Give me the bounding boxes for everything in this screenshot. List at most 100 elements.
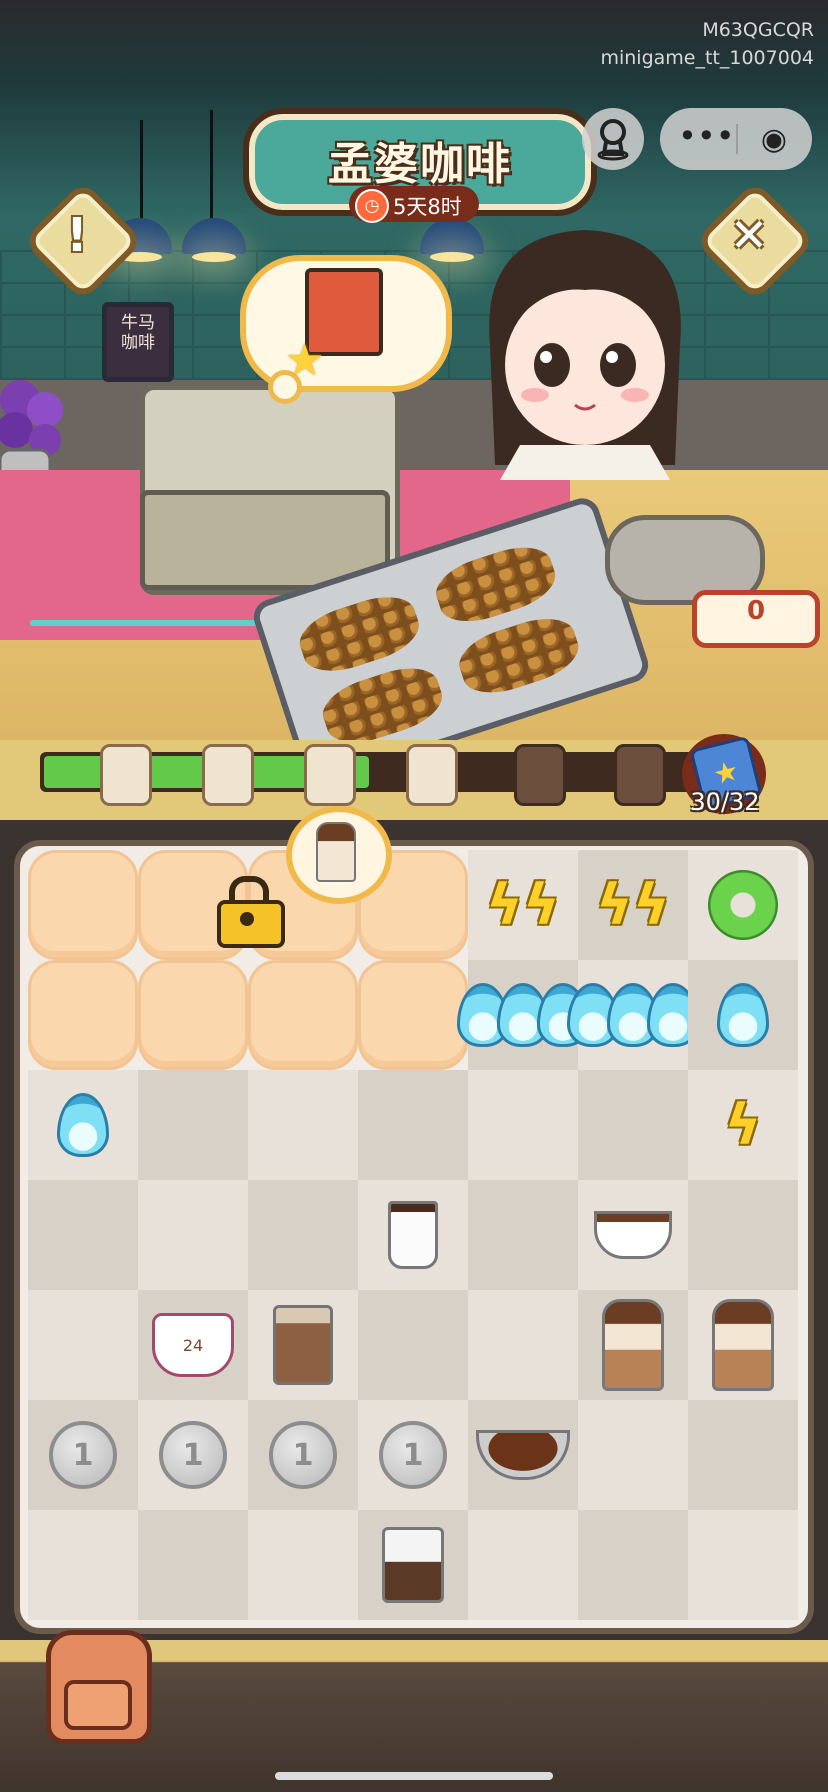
board-cell[interactable] xyxy=(28,1070,138,1180)
board-cell[interactable] xyxy=(688,1180,798,1290)
board-cell[interactable] xyxy=(468,1400,578,1510)
board-cell[interactable] xyxy=(688,1290,798,1400)
silver-coin-item[interactable]: 1 xyxy=(159,1421,227,1489)
board-cell[interactable] xyxy=(457,960,589,1070)
blue-flame-item[interactable] xyxy=(717,983,769,1047)
close-button[interactable]: ✕ xyxy=(706,192,792,278)
paper-coffee-cup-item[interactable] xyxy=(388,1201,438,1269)
board-cell[interactable] xyxy=(578,1070,688,1180)
lock-keyhole xyxy=(240,912,254,926)
minigame-id-code: M63QGCQR xyxy=(702,19,814,41)
sign-text-line1: 牛马 xyxy=(121,313,155,333)
board-cell[interactable] xyxy=(468,1510,578,1620)
bean-pile xyxy=(429,537,563,632)
board-cell[interactable]: 1 xyxy=(358,1400,468,1510)
progress-milestone-drink xyxy=(304,744,356,806)
sign-text-line2: 咖啡 xyxy=(121,333,155,353)
board-cell[interactable] xyxy=(248,1180,358,1290)
latte-art-cup-item[interactable]: 24 xyxy=(152,1313,234,1377)
locked-cloud-tile[interactable] xyxy=(28,960,138,1070)
blue-flame-item[interactable] xyxy=(57,1093,109,1157)
board-cell[interactable] xyxy=(28,1290,138,1400)
board-cell[interactable]: ϟϟ xyxy=(578,850,688,960)
board-cell[interactable]: 1 xyxy=(138,1400,248,1510)
silver-coin-item[interactable]: 1 xyxy=(269,1421,337,1489)
board-cell[interactable] xyxy=(248,1070,358,1180)
user-icon xyxy=(597,119,629,161)
progress-milestone-drink xyxy=(202,744,254,806)
board-cell[interactable] xyxy=(578,1400,688,1510)
lamp-cord xyxy=(140,120,143,220)
board-cell[interactable]: 1 xyxy=(248,1400,358,1510)
progress-milestone-locked xyxy=(614,744,666,806)
backpack-icon xyxy=(64,1680,132,1730)
board-cell[interactable] xyxy=(248,1510,358,1620)
board-cell[interactable] xyxy=(688,1510,798,1620)
clock-icon: ◷ xyxy=(355,189,389,223)
event-timer: ◷ 5天8时 xyxy=(349,186,479,223)
sundae-item[interactable] xyxy=(712,1299,774,1391)
blue-flame-cluster-item[interactable] xyxy=(567,983,699,1047)
board-cell[interactable] xyxy=(468,1070,578,1180)
board-cell[interactable] xyxy=(138,1510,248,1620)
lightning-pair-item[interactable]: ϟϟ xyxy=(486,873,560,938)
board-cell[interactable] xyxy=(28,1510,138,1620)
board-cell[interactable] xyxy=(28,1180,138,1290)
coin-counter-value: 0 xyxy=(746,596,766,626)
info-button[interactable]: ! xyxy=(34,192,120,278)
lightning-pair-item[interactable]: ϟϟ xyxy=(596,873,670,938)
board-cell[interactable]: ϟϟ xyxy=(468,850,578,960)
board-cell[interactable] xyxy=(358,1180,468,1290)
recipe-count: 30/32 xyxy=(690,788,760,816)
home-indicator xyxy=(275,1772,553,1780)
board-cell[interactable] xyxy=(358,1290,468,1400)
shop-title: 孟婆咖啡 xyxy=(328,139,512,190)
board-cell[interactable] xyxy=(358,1510,468,1620)
board-cell[interactable]: 1 xyxy=(28,1400,138,1510)
board-cell[interactable] xyxy=(567,960,699,1070)
board-cell[interactable] xyxy=(688,1400,798,1510)
progress-milestone-drink xyxy=(100,744,152,806)
more-options-button[interactable]: ••• xyxy=(678,116,735,162)
coffee-bag-item[interactable] xyxy=(382,1527,444,1603)
exit-minigame-button[interactable]: ◉ xyxy=(752,118,796,162)
progress-milestone-drink xyxy=(406,744,458,806)
board-cell[interactable] xyxy=(468,1290,578,1400)
board-cell[interactable] xyxy=(138,1180,248,1290)
merge-board: ϟϟ ϟϟ ϟ 24 1 1 1 1 xyxy=(28,850,798,1620)
silver-coin-item[interactable]: 1 xyxy=(379,1421,447,1489)
board-cell[interactable] xyxy=(578,1290,688,1400)
locked-cloud-tile[interactable] xyxy=(28,850,138,960)
bean-pile xyxy=(452,608,586,703)
board-cell[interactable]: ϟ xyxy=(688,1070,798,1180)
silver-coin-item[interactable]: 1 xyxy=(49,1421,117,1489)
coffee-parfait-item[interactable] xyxy=(602,1299,664,1391)
board-cell[interactable]: 24 xyxy=(138,1290,248,1400)
board-cell[interactable] xyxy=(138,1070,248,1180)
board-cell[interactable] xyxy=(468,1180,578,1290)
board-cell[interactable] xyxy=(578,1510,688,1620)
lightning-item[interactable]: ϟ xyxy=(725,1093,762,1158)
progress-milestone-locked xyxy=(514,744,566,806)
event-timer-text: 5天8时 xyxy=(393,195,462,219)
minigame-id: M63QGCQR minigame_tt_1007004 xyxy=(600,16,814,72)
locked-cloud-tile[interactable] xyxy=(358,960,468,1070)
board-cell[interactable] xyxy=(688,850,798,960)
board-cell[interactable] xyxy=(688,960,798,1070)
barista-character[interactable] xyxy=(460,215,710,480)
iced-coffee-glass-item[interactable] xyxy=(273,1305,333,1385)
parfait-hint-icon xyxy=(316,822,356,882)
locked-cloud-tile[interactable] xyxy=(248,960,358,1070)
coffee-teacup-item[interactable] xyxy=(594,1211,672,1259)
flower-vase xyxy=(0,380,63,480)
minigame-id-name: minigame_tt_1007004 xyxy=(600,47,814,69)
user-avatar-button[interactable] xyxy=(582,108,644,170)
green-donut-item[interactable] xyxy=(708,870,778,940)
blue-flame-cluster-item[interactable] xyxy=(457,983,589,1047)
coffee-bean-bowl-item[interactable] xyxy=(476,1430,570,1480)
board-cell[interactable] xyxy=(578,1180,688,1290)
locked-cloud-tile[interactable] xyxy=(138,960,248,1070)
board-cell[interactable] xyxy=(358,1070,468,1180)
capsule-divider xyxy=(736,124,738,154)
board-cell[interactable] xyxy=(248,1290,358,1400)
